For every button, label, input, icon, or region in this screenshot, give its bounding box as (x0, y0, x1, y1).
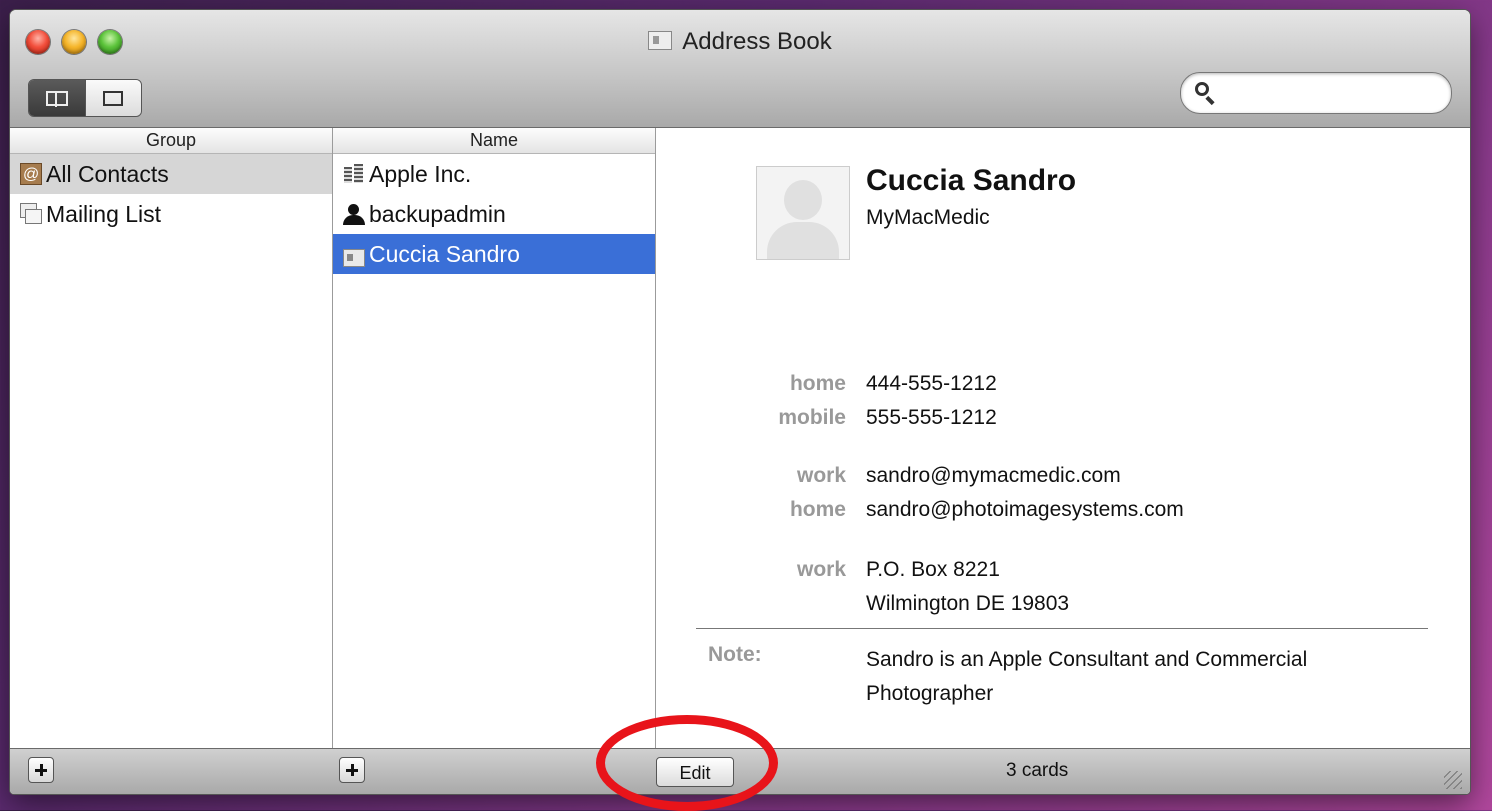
contact-item-label: backupadmin (369, 201, 506, 227)
group-item-label: Mailing List (46, 201, 162, 227)
add-group-button[interactable] (28, 757, 54, 783)
address-line2: Wilmington DE 19803 (866, 592, 1070, 615)
note-text: Sandro is an Apple Consultant and Commer… (866, 648, 1308, 705)
group-item-mailing-list[interactable]: Mailing List (10, 194, 332, 234)
view-card-only-button[interactable] (84, 80, 141, 116)
contact-company: MyMacMedic (866, 206, 990, 229)
company-icon (343, 163, 365, 185)
contact-item-apple-inc[interactable]: Apple Inc. (333, 154, 655, 194)
contact-item-label: Apple Inc. (369, 161, 472, 187)
mailing-list-icon (20, 203, 42, 225)
view-mode-segmented-control (28, 79, 142, 117)
card-count: 3 cards (1006, 760, 1069, 781)
address-label: work (796, 558, 846, 581)
group-column: Group All Contacts Mailing List (10, 128, 333, 748)
annotation-circle (596, 715, 778, 811)
contact-name: Cuccia Sandro (866, 164, 1077, 197)
name-column-header[interactable]: Name (333, 128, 655, 154)
email-value: sandro@photoimagesystems.com (866, 498, 1184, 521)
add-contact-button[interactable] (339, 757, 365, 783)
contact-photo-placeholder[interactable] (756, 166, 850, 260)
phone-value: 444-555-1212 (866, 372, 997, 395)
columns-view-icon (45, 90, 68, 107)
contact-item-cuccia-sandro[interactable]: Cuccia Sandro (333, 234, 655, 274)
email-value: sandro@mymacmedic.com (866, 464, 1121, 487)
resize-grip-icon[interactable] (1444, 771, 1462, 789)
window-title-text: Address Book (682, 28, 832, 55)
search-input[interactable] (1221, 79, 1435, 107)
note-label: Note: (708, 643, 762, 666)
phone-label: home (789, 372, 846, 395)
view-columns-button[interactable] (29, 80, 85, 116)
group-column-header[interactable]: Group (10, 128, 332, 154)
search-field[interactable] (1180, 72, 1452, 114)
group-item-label: All Contacts (46, 161, 169, 187)
email-label: work (796, 464, 846, 487)
address-book-icon (648, 31, 673, 50)
email-label: home (789, 498, 846, 521)
card-view-icon (103, 90, 124, 106)
window-title: Address Book (10, 28, 1470, 56)
card-icon (343, 249, 365, 267)
address-book-icon (20, 155, 42, 195)
phone-value: 555-555-1212 (866, 406, 997, 429)
phone-label: mobile (778, 406, 846, 429)
contact-item-backupadmin[interactable]: backupadmin (333, 194, 655, 234)
name-column: Name Apple Inc. backupadmin Cuccia Sandr… (333, 128, 656, 748)
search-icon (1195, 82, 1209, 96)
person-icon (343, 203, 365, 225)
group-item-all-contacts[interactable]: All Contacts (10, 154, 332, 195)
address-line1: P.O. Box 8221 (866, 558, 1000, 581)
address-book-window: Address Book Group All Contacts Mailing … (10, 10, 1470, 794)
contact-item-label: Cuccia Sandro (369, 241, 520, 267)
note-separator (696, 628, 1428, 629)
contact-card: Cuccia Sandro MyMacMedic home 444-555-12… (656, 128, 1470, 748)
title-bar: Address Book (10, 10, 1470, 128)
